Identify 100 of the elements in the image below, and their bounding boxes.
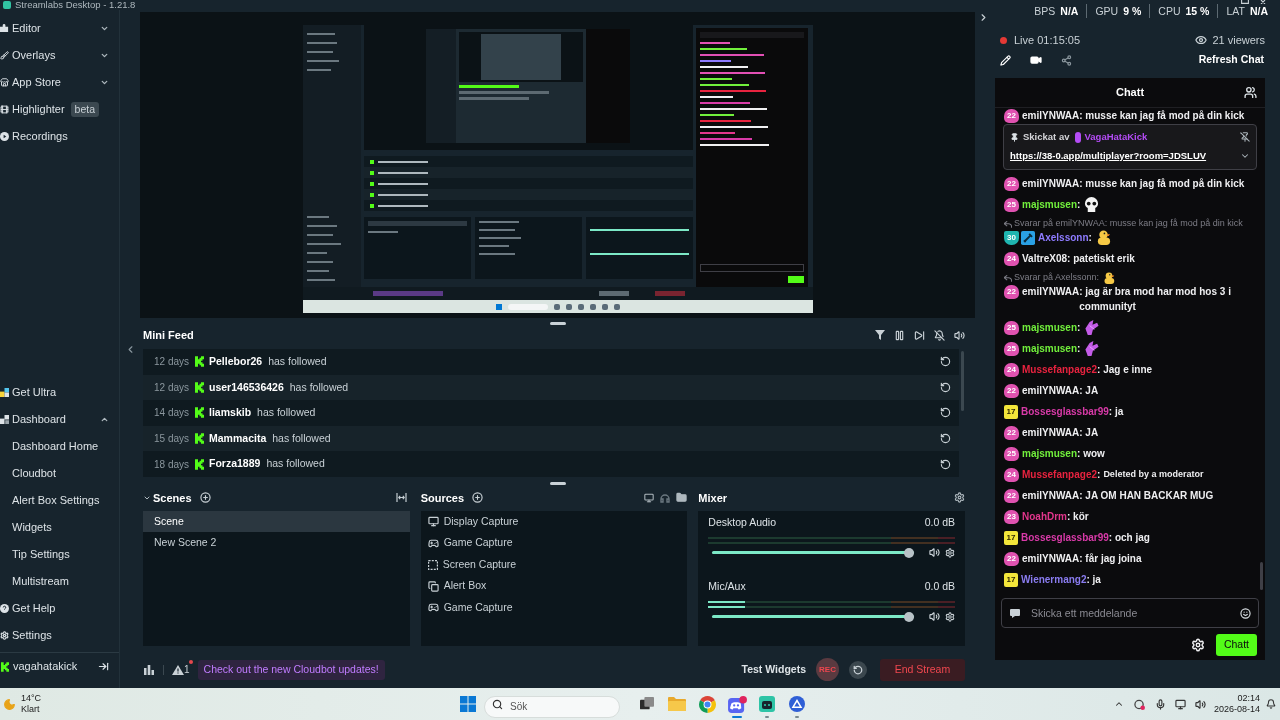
volume-icon[interactable]: [954, 329, 965, 341]
sidebar-item[interactable]: Get Help: [0, 595, 56, 622]
sidebar-subitem[interactable]: Tip Settings: [0, 541, 108, 568]
chat-username[interactable]: Bossesglassbar99: [1021, 530, 1109, 545]
subscriber-badge: 22: [1004, 176, 1019, 191]
sidebar-item[interactable]: Dashboard: [0, 406, 109, 433]
sidebar-item[interactable]: App Store: [0, 68, 109, 96]
panel-title: Scenes: [153, 490, 192, 506]
chevron-down-icon[interactable]: [1240, 151, 1250, 161]
account-name[interactable]: vagahatakick: [13, 658, 78, 675]
volume-slider[interactable]: [712, 611, 914, 622]
source-item[interactable]: Game Capture: [420, 532, 688, 554]
headset-icon[interactable]: [660, 492, 671, 503]
chevron-up-icon[interactable]: [1113, 699, 1124, 709]
replay-button[interactable]: [849, 660, 867, 679]
replay-icon[interactable]: [940, 433, 951, 445]
bar-chart-icon[interactable]: [144, 664, 154, 675]
monitor-icon[interactable]: [1174, 698, 1186, 710]
status-circle-icon[interactable]: [1133, 698, 1145, 710]
refresh-chat-button[interactable]: Refresh Chat: [1198, 52, 1264, 68]
sidebar-subitem[interactable]: Alert Box Settings: [0, 487, 108, 514]
skip-forward-icon[interactable]: [914, 329, 925, 341]
cloudbot-notice-link[interactable]: Check out the new Cloudbot updates!: [197, 659, 385, 680]
replay-icon[interactable]: [940, 381, 951, 393]
test-widgets-button[interactable]: Test Widgets: [741, 662, 806, 678]
sidebar-subitem[interactable]: Dashboard Home: [0, 433, 108, 460]
controller-face-icon[interactable]: [727, 695, 747, 713]
subscriber-badge: 25: [1004, 446, 1019, 461]
source-item[interactable]: Game Capture: [420, 596, 688, 619]
notification-bell-icon[interactable]: [1266, 699, 1276, 709]
sidebar-subitem[interactable]: Widgets: [0, 514, 108, 541]
maximize-icon[interactable]: [1241, 0, 1249, 4]
settings-icon[interactable]: [945, 611, 955, 622]
pinned-link[interactable]: https://38-0.app/multiplayer?room=JDSLUV: [1010, 148, 1207, 164]
sidebar-item[interactable]: Highlighter: [0, 95, 65, 123]
circle-app-icon[interactable]: [789, 696, 805, 712]
chat-username[interactable]: NoahDrm: [1022, 509, 1067, 524]
source-item[interactable]: Screen Capture: [420, 553, 688, 576]
slider-thumb[interactable]: [904, 611, 914, 622]
resize-handle[interactable]: [549, 482, 566, 486]
tricolor-circle-icon[interactable]: [698, 695, 716, 713]
chat-username[interactable]: Bossesglassbar99: [1021, 404, 1109, 419]
settings-icon[interactable]: [945, 547, 955, 558]
windows-start-icon[interactable]: [460, 696, 476, 712]
sidebar-subitem[interactable]: Multistream: [0, 568, 108, 595]
chat-username[interactable]: Axelssonn: [1038, 230, 1089, 245]
replay-icon[interactable]: [940, 356, 951, 368]
source-item[interactable]: Alert Box: [420, 575, 688, 597]
alerts-button[interactable]: 1: [172, 664, 190, 676]
microphone-icon[interactable]: [1154, 698, 1166, 710]
mute-alerts-icon[interactable]: [934, 329, 945, 341]
subscriber-badge: 22: [1004, 488, 1019, 503]
chat-input[interactable]: Skicka ett meddelande: [1001, 598, 1259, 628]
scrollbar-thumb[interactable]: [960, 351, 964, 411]
sidebar-item[interactable]: Settings: [0, 622, 52, 649]
sidebar-item[interactable]: Editor: [0, 14, 109, 42]
slider-thumb[interactable]: [904, 547, 914, 558]
unpin-icon[interactable]: [1240, 132, 1250, 142]
sidebar-item[interactable]: Overlays: [0, 41, 109, 69]
subscriber-badge: 22: [1004, 551, 1019, 566]
emoji-icon[interactable]: [1240, 607, 1251, 619]
scrollbar-thumb[interactable]: [1260, 562, 1263, 590]
end-stream-button[interactable]: End Stream: [880, 658, 965, 681]
weather-condition: Klart: [21, 704, 41, 715]
stat-label: GPU: [1095, 5, 1119, 17]
pinned-author[interactable]: VagaHataKick: [1084, 129, 1148, 145]
add-source-icon[interactable]: [472, 492, 484, 504]
pause-icon[interactable]: [894, 329, 905, 341]
subscriber-badge: 22: [1004, 284, 1019, 299]
scene-item[interactable]: Scene: [143, 510, 410, 532]
stat-label: BPS: [1034, 5, 1056, 17]
video-camera-icon[interactable]: [1030, 54, 1042, 66]
folder-icon[interactable]: [676, 492, 688, 504]
replay-icon[interactable]: [940, 458, 951, 470]
send-chat-button[interactable]: Chatt: [1216, 634, 1257, 656]
source-item[interactable]: Display Capture: [420, 510, 688, 533]
users-icon[interactable]: [1243, 86, 1257, 99]
taskbar-search-field[interactable]: Sök: [484, 695, 620, 718]
robot-app-icon[interactable]: [759, 696, 775, 712]
share-icon[interactable]: [1061, 54, 1072, 66]
scene-item[interactable]: New Scene 2: [143, 531, 410, 553]
transition-icon[interactable]: [395, 493, 407, 503]
task-view-icon[interactable]: [640, 697, 654, 711]
reply-context: Svarar på Axelssonn:: [1014, 271, 1100, 285]
volume-slider[interactable]: [712, 547, 914, 558]
close-icon[interactable]: [1259, 0, 1267, 4]
volume-icon[interactable]: [1194, 698, 1206, 710]
sidebar-item[interactable]: Get Ultra: [0, 379, 56, 406]
add-scene-icon[interactable]: [199, 492, 211, 504]
sidebar-subitem[interactable]: Cloudbot: [0, 460, 108, 487]
speaker-icon[interactable]: [929, 611, 940, 623]
filter-icon[interactable]: [875, 330, 885, 340]
replay-icon[interactable]: [940, 407, 951, 419]
speaker-icon[interactable]: [929, 547, 940, 559]
settings-icon[interactable]: [954, 492, 965, 504]
logout-icon[interactable]: [98, 661, 109, 672]
pencil-icon[interactable]: [1000, 54, 1011, 66]
sidebar-item[interactable]: Recordings: [0, 122, 68, 150]
monitor-icon[interactable]: [644, 492, 655, 503]
resize-handle[interactable]: [549, 321, 566, 325]
